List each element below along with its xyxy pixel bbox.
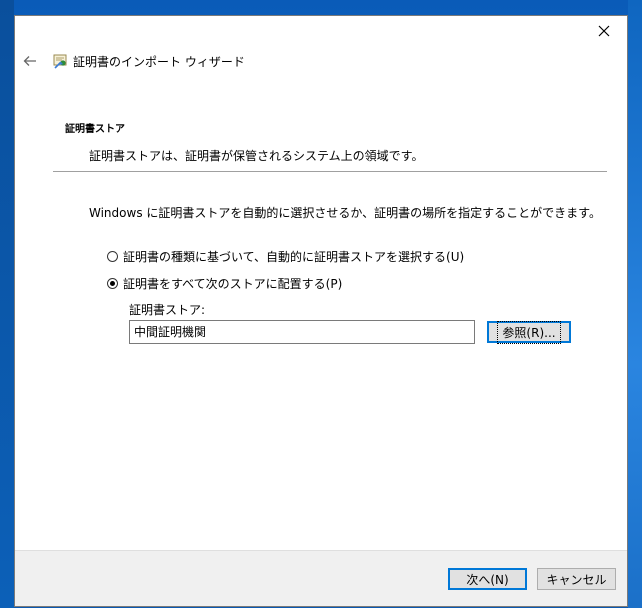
cancel-button[interactable]: キャンセル: [537, 568, 616, 590]
back-button[interactable]: [21, 54, 39, 68]
store-input[interactable]: 中間証明機関: [129, 320, 475, 344]
browse-button[interactable]: 参照(R)...: [487, 320, 571, 344]
browse-button-label: 参照(R)...: [497, 320, 561, 344]
cancel-button-label: キャンセル: [546, 572, 607, 587]
next-button-label: 次へ(N): [466, 572, 509, 587]
radio-button-place[interactable]: [107, 278, 118, 289]
wizard-footer: 次へ(N) キャンセル: [15, 550, 627, 606]
desktop-background-right: [628, 0, 642, 608]
import-wizard-window: 証明書のインポート ウィザード 証明書ストア 証明書ストアは、証明書が保管される…: [14, 15, 628, 607]
section-title: 証明書ストア: [65, 124, 125, 135]
back-arrow-icon: [23, 56, 36, 66]
radio-place-in-store[interactable]: 証明書をすべて次のストアに配置する(P): [107, 275, 342, 292]
header-divider: [53, 171, 607, 172]
radio-auto-label: 証明書の種類に基づいて、自動的に証明書ストアを選択する(U): [123, 250, 465, 264]
desktop-background-left: [0, 0, 14, 608]
radio-auto-select[interactable]: 証明書の種類に基づいて、自動的に証明書ストアを選択する(U): [107, 248, 464, 265]
radio-place-label: 証明書をすべて次のストアに配置する(P): [123, 277, 343, 291]
close-button[interactable]: [581, 16, 627, 46]
wizard-title: 証明書のインポート ウィザード: [73, 55, 245, 69]
store-field-label: 証明書ストア:: [129, 303, 206, 317]
section-description: 証明書ストアは、証明書が保管されるシステム上の領域です。: [89, 149, 424, 163]
instruction-text: Windows に証明書ストアを自動的に選択させるか、証明書の場所を指定すること…: [89, 206, 601, 220]
close-icon: [598, 25, 610, 37]
radio-button-auto[interactable]: [107, 251, 118, 262]
certificate-wizard-icon: [53, 54, 67, 69]
next-button[interactable]: 次へ(N): [448, 568, 527, 590]
